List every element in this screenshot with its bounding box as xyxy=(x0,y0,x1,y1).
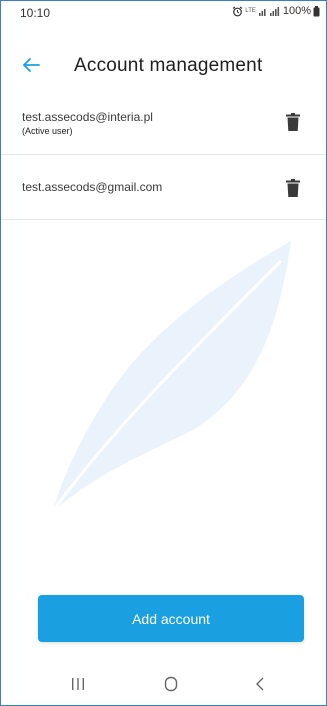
signal-icon xyxy=(258,7,279,16)
account-email: test.assecods@interia.pl xyxy=(22,110,153,124)
home-icon[interactable] xyxy=(156,671,186,697)
page-title: Account management xyxy=(74,55,263,76)
add-account-button[interactable]: Add account xyxy=(38,595,304,642)
alarm-icon xyxy=(232,6,243,16)
account-row-interia[interactable]: test.assecods@interia.pl (Active user) xyxy=(1,89,326,155)
status-bar: 10:10 LTE 100% xyxy=(1,1,326,23)
back-chevron-icon[interactable] xyxy=(246,671,276,697)
battery-percent: 100% xyxy=(282,5,311,17)
arrow-left-icon[interactable] xyxy=(18,51,46,79)
trash-icon[interactable] xyxy=(286,179,300,197)
status-time: 10:10 xyxy=(20,6,51,20)
battery-icon xyxy=(313,5,320,16)
screen: 10:10 LTE 100% Account management test.a… xyxy=(0,0,327,706)
account-row-gmail[interactable]: test.assecods@gmail.com xyxy=(1,155,326,220)
active-user-label: (Active user) xyxy=(22,126,73,136)
app-header: Account management xyxy=(1,45,326,85)
account-email: test.assecods@gmail.com xyxy=(22,180,163,194)
feather-watermark-icon xyxy=(51,241,291,512)
status-icons: LTE 100% xyxy=(232,5,320,17)
recents-icon[interactable] xyxy=(63,671,93,697)
network-type-label: LTE xyxy=(245,8,256,14)
system-nav-bar xyxy=(1,663,326,705)
trash-icon[interactable] xyxy=(286,113,300,131)
